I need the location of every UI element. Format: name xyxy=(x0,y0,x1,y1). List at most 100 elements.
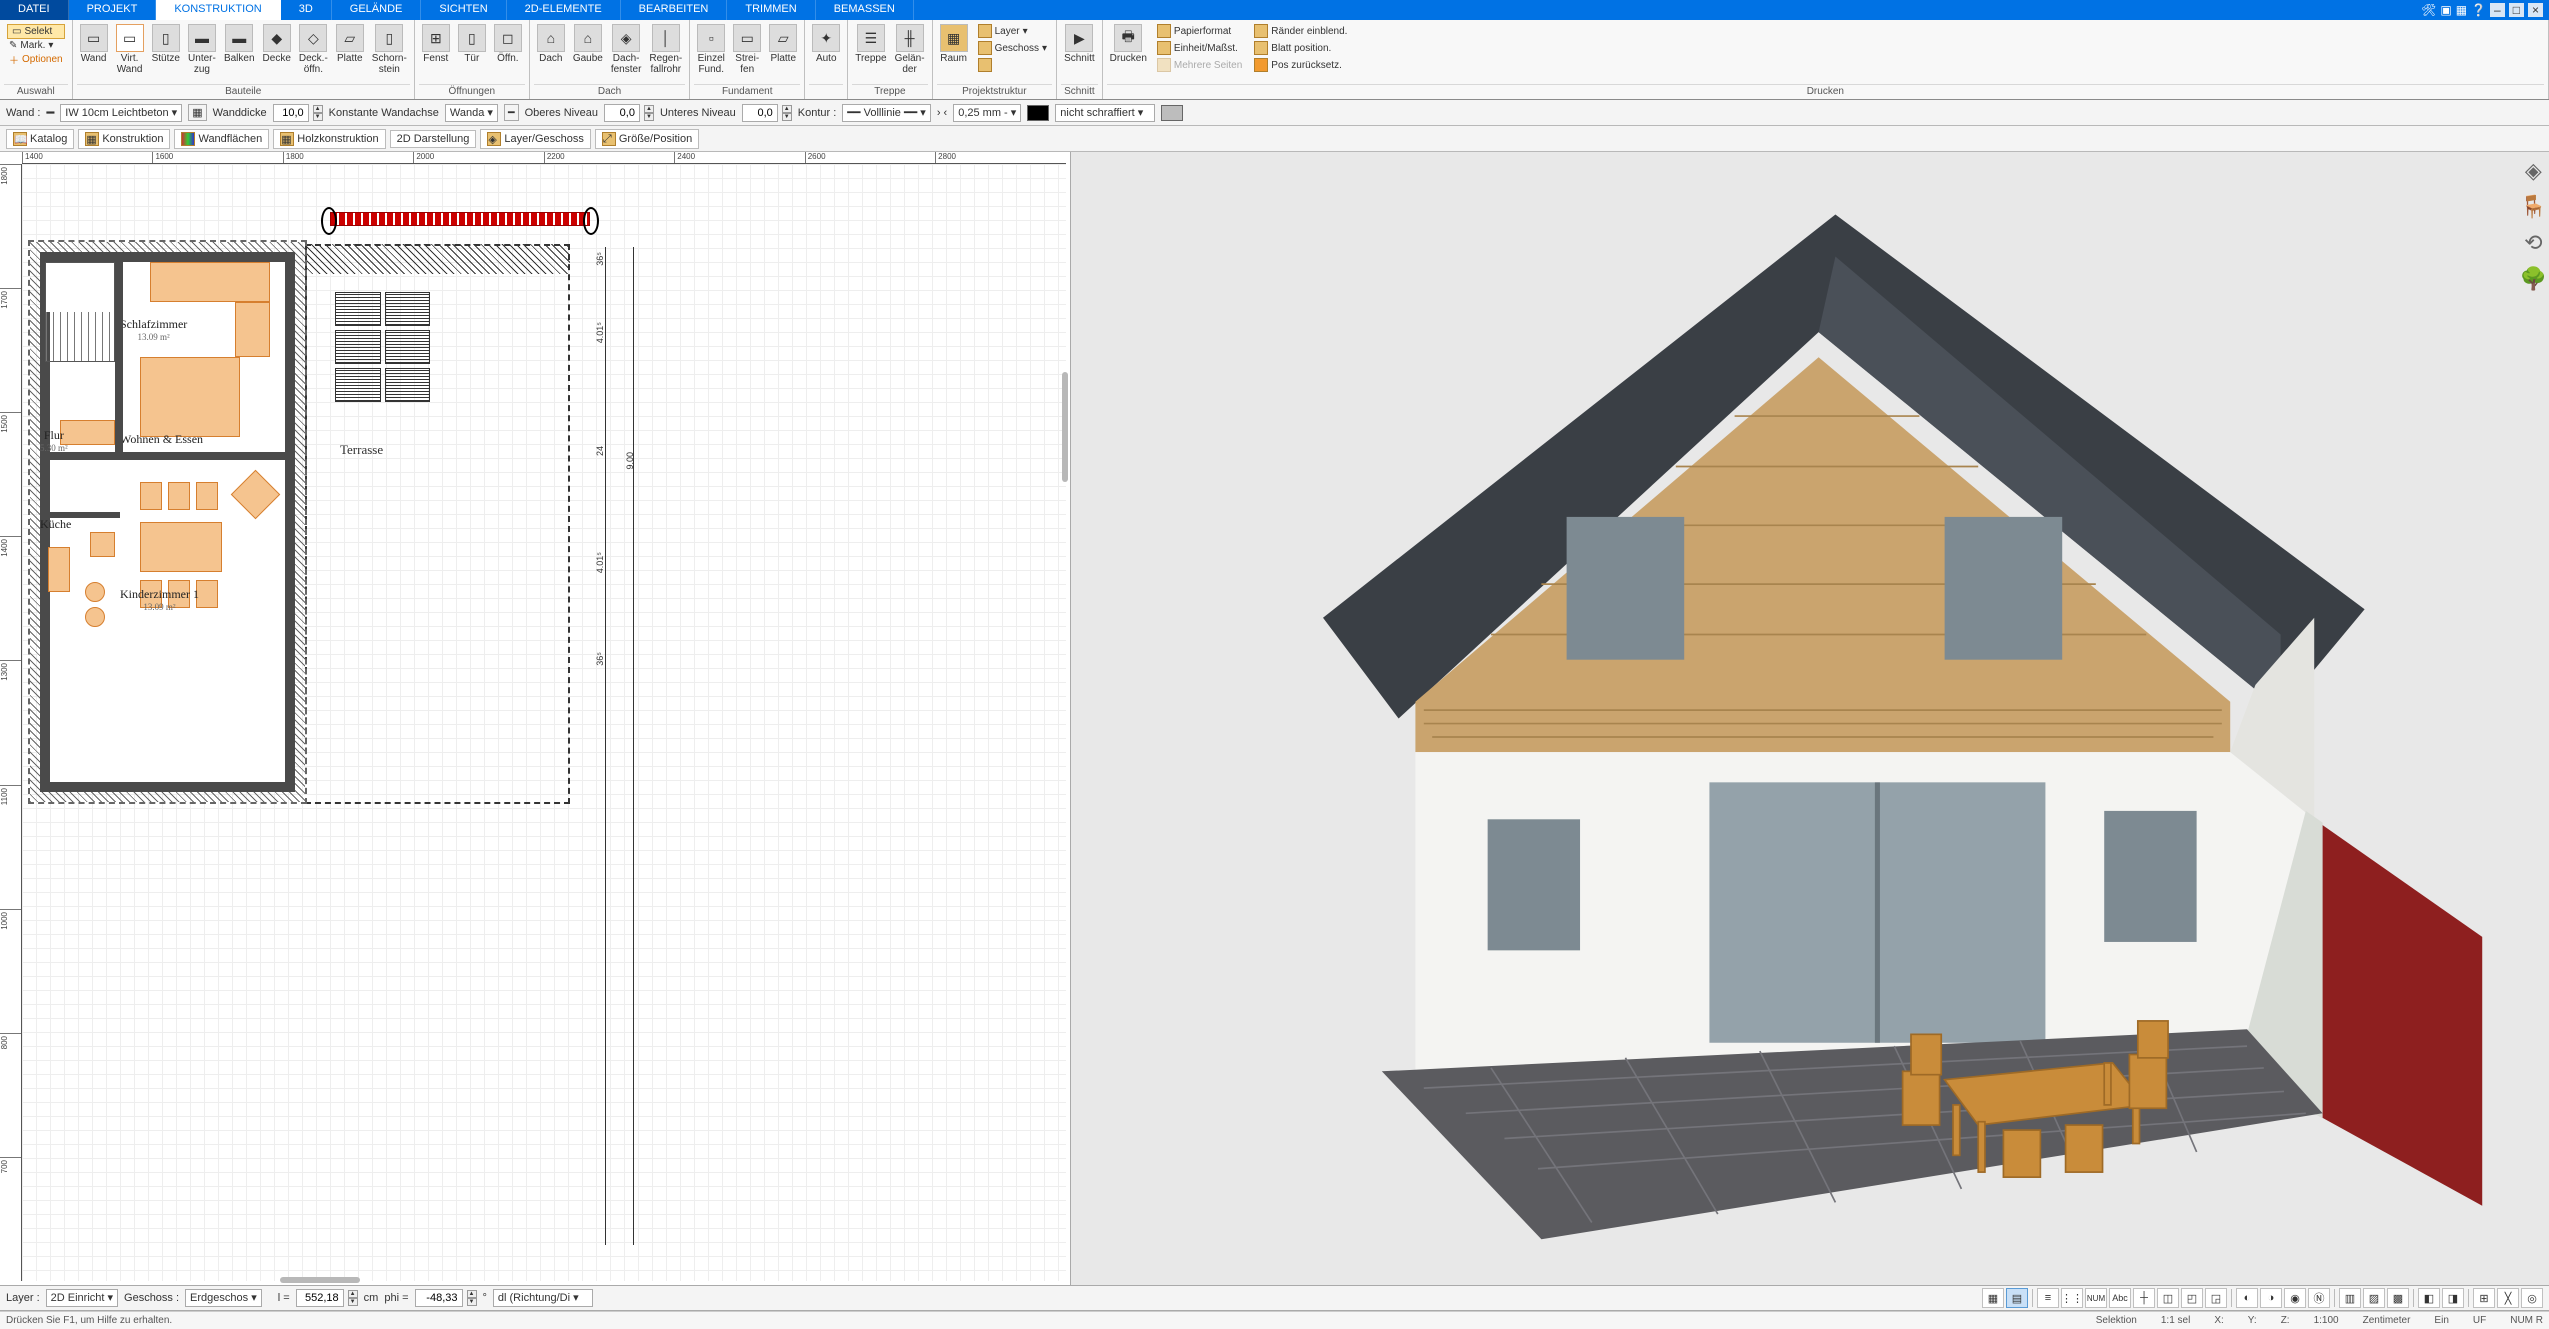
menu-tab-bearbeiten[interactable]: BEARBEITEN xyxy=(621,0,728,20)
close-icon[interactable]: × xyxy=(2528,3,2543,17)
midline-icon[interactable]: ━ xyxy=(504,104,519,121)
3d-view[interactable]: ◈ 🪑 ⟲ 🌳 xyxy=(1071,152,2549,1285)
layer-select[interactable]: 2D Einricht ▾ xyxy=(46,1289,118,1307)
btn-einheit[interactable]: Einheit/Maßst. xyxy=(1155,40,1244,56)
oberes-input[interactable] xyxy=(604,104,640,122)
unteres-input[interactable] xyxy=(742,104,778,122)
btn-oeffn[interactable]: ◻Öffn. xyxy=(491,22,525,66)
fill-swatch[interactable] xyxy=(1161,105,1183,121)
menu-tab-konstruktion[interactable]: KONSTRUKTION xyxy=(156,0,280,20)
btn-schnitt[interactable]: ▶Schnitt xyxy=(1061,22,1098,66)
ib-num[interactable]: NUM xyxy=(2085,1288,2107,1308)
btn-posreset[interactable]: Pos zurücksetz. xyxy=(1252,57,1349,73)
l-input[interactable] xyxy=(296,1289,344,1307)
ib-9[interactable]: ◐ xyxy=(2236,1288,2258,1308)
btn-wand[interactable]: ▭Wand xyxy=(77,22,111,66)
btn-schornstein[interactable]: ▯Schorn- stein xyxy=(369,22,410,77)
floor-plan-view[interactable]: 14001600180020002200240026002800 1800170… xyxy=(0,152,1071,1285)
ts-konstruktion[interactable]: ▦Konstruktion xyxy=(78,129,170,149)
btn-streifen[interactable]: ▭Strei- fen xyxy=(730,22,764,77)
box-icon[interactable]: ▦ xyxy=(2456,3,2467,17)
btn-raender[interactable]: Ränder einblend. xyxy=(1252,23,1349,39)
ib-7[interactable]: ◰ xyxy=(2181,1288,2203,1308)
color-swatch[interactable] xyxy=(1027,105,1049,121)
spin-down[interactable]: ▼ xyxy=(313,113,323,121)
ib-12[interactable]: ▥ xyxy=(2339,1288,2361,1308)
line-style-dropdown[interactable]: ━━ Volllinie ━━ ▾ xyxy=(842,104,931,122)
wall-draft-element[interactable] xyxy=(330,212,590,226)
hatch-dropdown[interactable]: nicht schraffiert ▾ xyxy=(1055,104,1155,122)
ts-holz[interactable]: ▦Holzkonstruktion xyxy=(273,129,385,149)
btn-dachfenster[interactable]: ◈Dach- fenster xyxy=(608,22,645,77)
btn-einzelfund[interactable]: ▫Einzel Fund. xyxy=(694,22,728,77)
btn-papierformat[interactable]: Papierformat xyxy=(1155,23,1244,39)
menu-tab-projekt[interactable]: PROJEKT xyxy=(69,0,157,20)
ib-16[interactable]: ◨ xyxy=(2442,1288,2464,1308)
orbit-icon[interactable]: ⟲ xyxy=(2520,230,2547,256)
btn-auto[interactable]: ✦Auto xyxy=(809,22,843,66)
ib-4[interactable]: ⋮⋮ xyxy=(2061,1288,2083,1308)
menu-tab-datei[interactable]: DATEI xyxy=(0,0,69,20)
ts-2d[interactable]: 2D Darstellung xyxy=(390,130,477,148)
ts-katalog[interactable]: 📖Katalog xyxy=(6,129,74,149)
scroll-v[interactable] xyxy=(1062,372,1068,482)
ts-wandflaechen[interactable]: Wandflächen xyxy=(174,129,269,149)
btn-tuer[interactable]: ▯Tür xyxy=(455,22,489,66)
ib-18[interactable]: ╳ xyxy=(2497,1288,2519,1308)
ib-5[interactable]: ┼ xyxy=(2133,1288,2155,1308)
help-icon[interactable]: ❔ xyxy=(2471,3,2486,17)
btn-platte[interactable]: ▱Platte xyxy=(333,22,367,66)
app-icon[interactable]: ▣ xyxy=(2440,3,2451,17)
scroll-h[interactable] xyxy=(280,1277,360,1283)
btn-deckoeffn[interactable]: ◇Deck.- öffn. xyxy=(296,22,331,77)
btn-mehrere[interactable]: Mehrere Seiten xyxy=(1155,57,1244,73)
btn-virt-wand[interactable]: ▭Virt. Wand xyxy=(113,22,147,77)
tools-icon[interactable]: 🛠 xyxy=(2421,3,2436,17)
btn-blattpos[interactable]: Blatt position. xyxy=(1252,40,1349,56)
btn-treppe[interactable]: ☰Treppe xyxy=(852,22,889,66)
spin-up[interactable]: ▲ xyxy=(313,105,323,113)
wanddicke-input[interactable] xyxy=(273,104,309,122)
btn-stuetze[interactable]: ▯Stütze xyxy=(149,22,183,66)
ib-10[interactable]: ◑ xyxy=(2260,1288,2282,1308)
btn-balken[interactable]: ▬Balken xyxy=(221,22,258,66)
maximize-icon[interactable]: □ xyxy=(2509,3,2524,17)
mark-dropdown[interactable]: ✎ Mark. ▾ xyxy=(7,40,65,51)
ib-17[interactable]: ⊞ xyxy=(2473,1288,2495,1308)
ib-n[interactable]: Ⓝ xyxy=(2308,1288,2330,1308)
ib-3[interactable]: ≡ xyxy=(2037,1288,2059,1308)
ib-1[interactable]: ▦ xyxy=(1982,1288,2004,1308)
menu-tab-3d[interactable]: 3D xyxy=(281,0,332,20)
tree-icon[interactable]: 🌳 xyxy=(2520,266,2547,292)
ib-19[interactable]: ◎ xyxy=(2521,1288,2543,1308)
btn-unterzug[interactable]: ▬Unter- zug xyxy=(185,22,219,77)
geschoss-dropdown[interactable]: Geschoss ▾ xyxy=(976,40,1050,56)
ib-2[interactable]: ▤ xyxy=(2006,1288,2028,1308)
ts-layer[interactable]: ◈Layer/Geschoss xyxy=(480,129,590,149)
btn-dach[interactable]: ⌂Dach xyxy=(534,22,568,66)
dl-dropdown[interactable]: dl (Richtung/Di ▾ xyxy=(493,1289,593,1307)
btn-raum[interactable]: ▦Raum xyxy=(937,22,971,66)
btn-platte2[interactable]: ▱Platte xyxy=(766,22,800,66)
achse-dropdown[interactable]: Wanda ▾ xyxy=(445,104,498,122)
layer-icon[interactable]: ▦ xyxy=(188,104,206,121)
btn-regenfallrohr[interactable]: │Regen- fallrohr xyxy=(646,22,685,77)
ib-8[interactable]: ◲ xyxy=(2205,1288,2227,1308)
ib-14[interactable]: ▩ xyxy=(2387,1288,2409,1308)
menu-tab-gelaende[interactable]: GELÄNDE xyxy=(332,0,422,20)
ts-groesse[interactable]: ⤢Größe/Position xyxy=(595,129,699,149)
menu-tab-bemassen[interactable]: BEMASSEN xyxy=(816,0,914,20)
menu-tab-sichten[interactable]: SICHTEN xyxy=(421,0,506,20)
options-button[interactable]: ＋Optionen xyxy=(7,52,65,67)
phi-input[interactable] xyxy=(415,1289,463,1307)
btn-drucken[interactable]: 🖶Drucken xyxy=(1107,22,1150,66)
layers-icon[interactable]: ◈ xyxy=(2520,158,2547,184)
ib-15[interactable]: ◧ xyxy=(2418,1288,2440,1308)
minimize-icon[interactable]: – xyxy=(2490,3,2505,17)
layer-dropdown[interactable]: Layer ▾ xyxy=(976,23,1050,39)
btn-fenster[interactable]: ⊞Fenst xyxy=(419,22,453,66)
btn-gelaender[interactable]: ╫Gelän- der xyxy=(892,22,928,77)
geschoss-select[interactable]: Erdgeschos ▾ xyxy=(185,1289,262,1307)
menu-tab-trimmen[interactable]: TRIMMEN xyxy=(727,0,815,20)
select-button[interactable]: ▭ Selekt xyxy=(7,24,65,39)
